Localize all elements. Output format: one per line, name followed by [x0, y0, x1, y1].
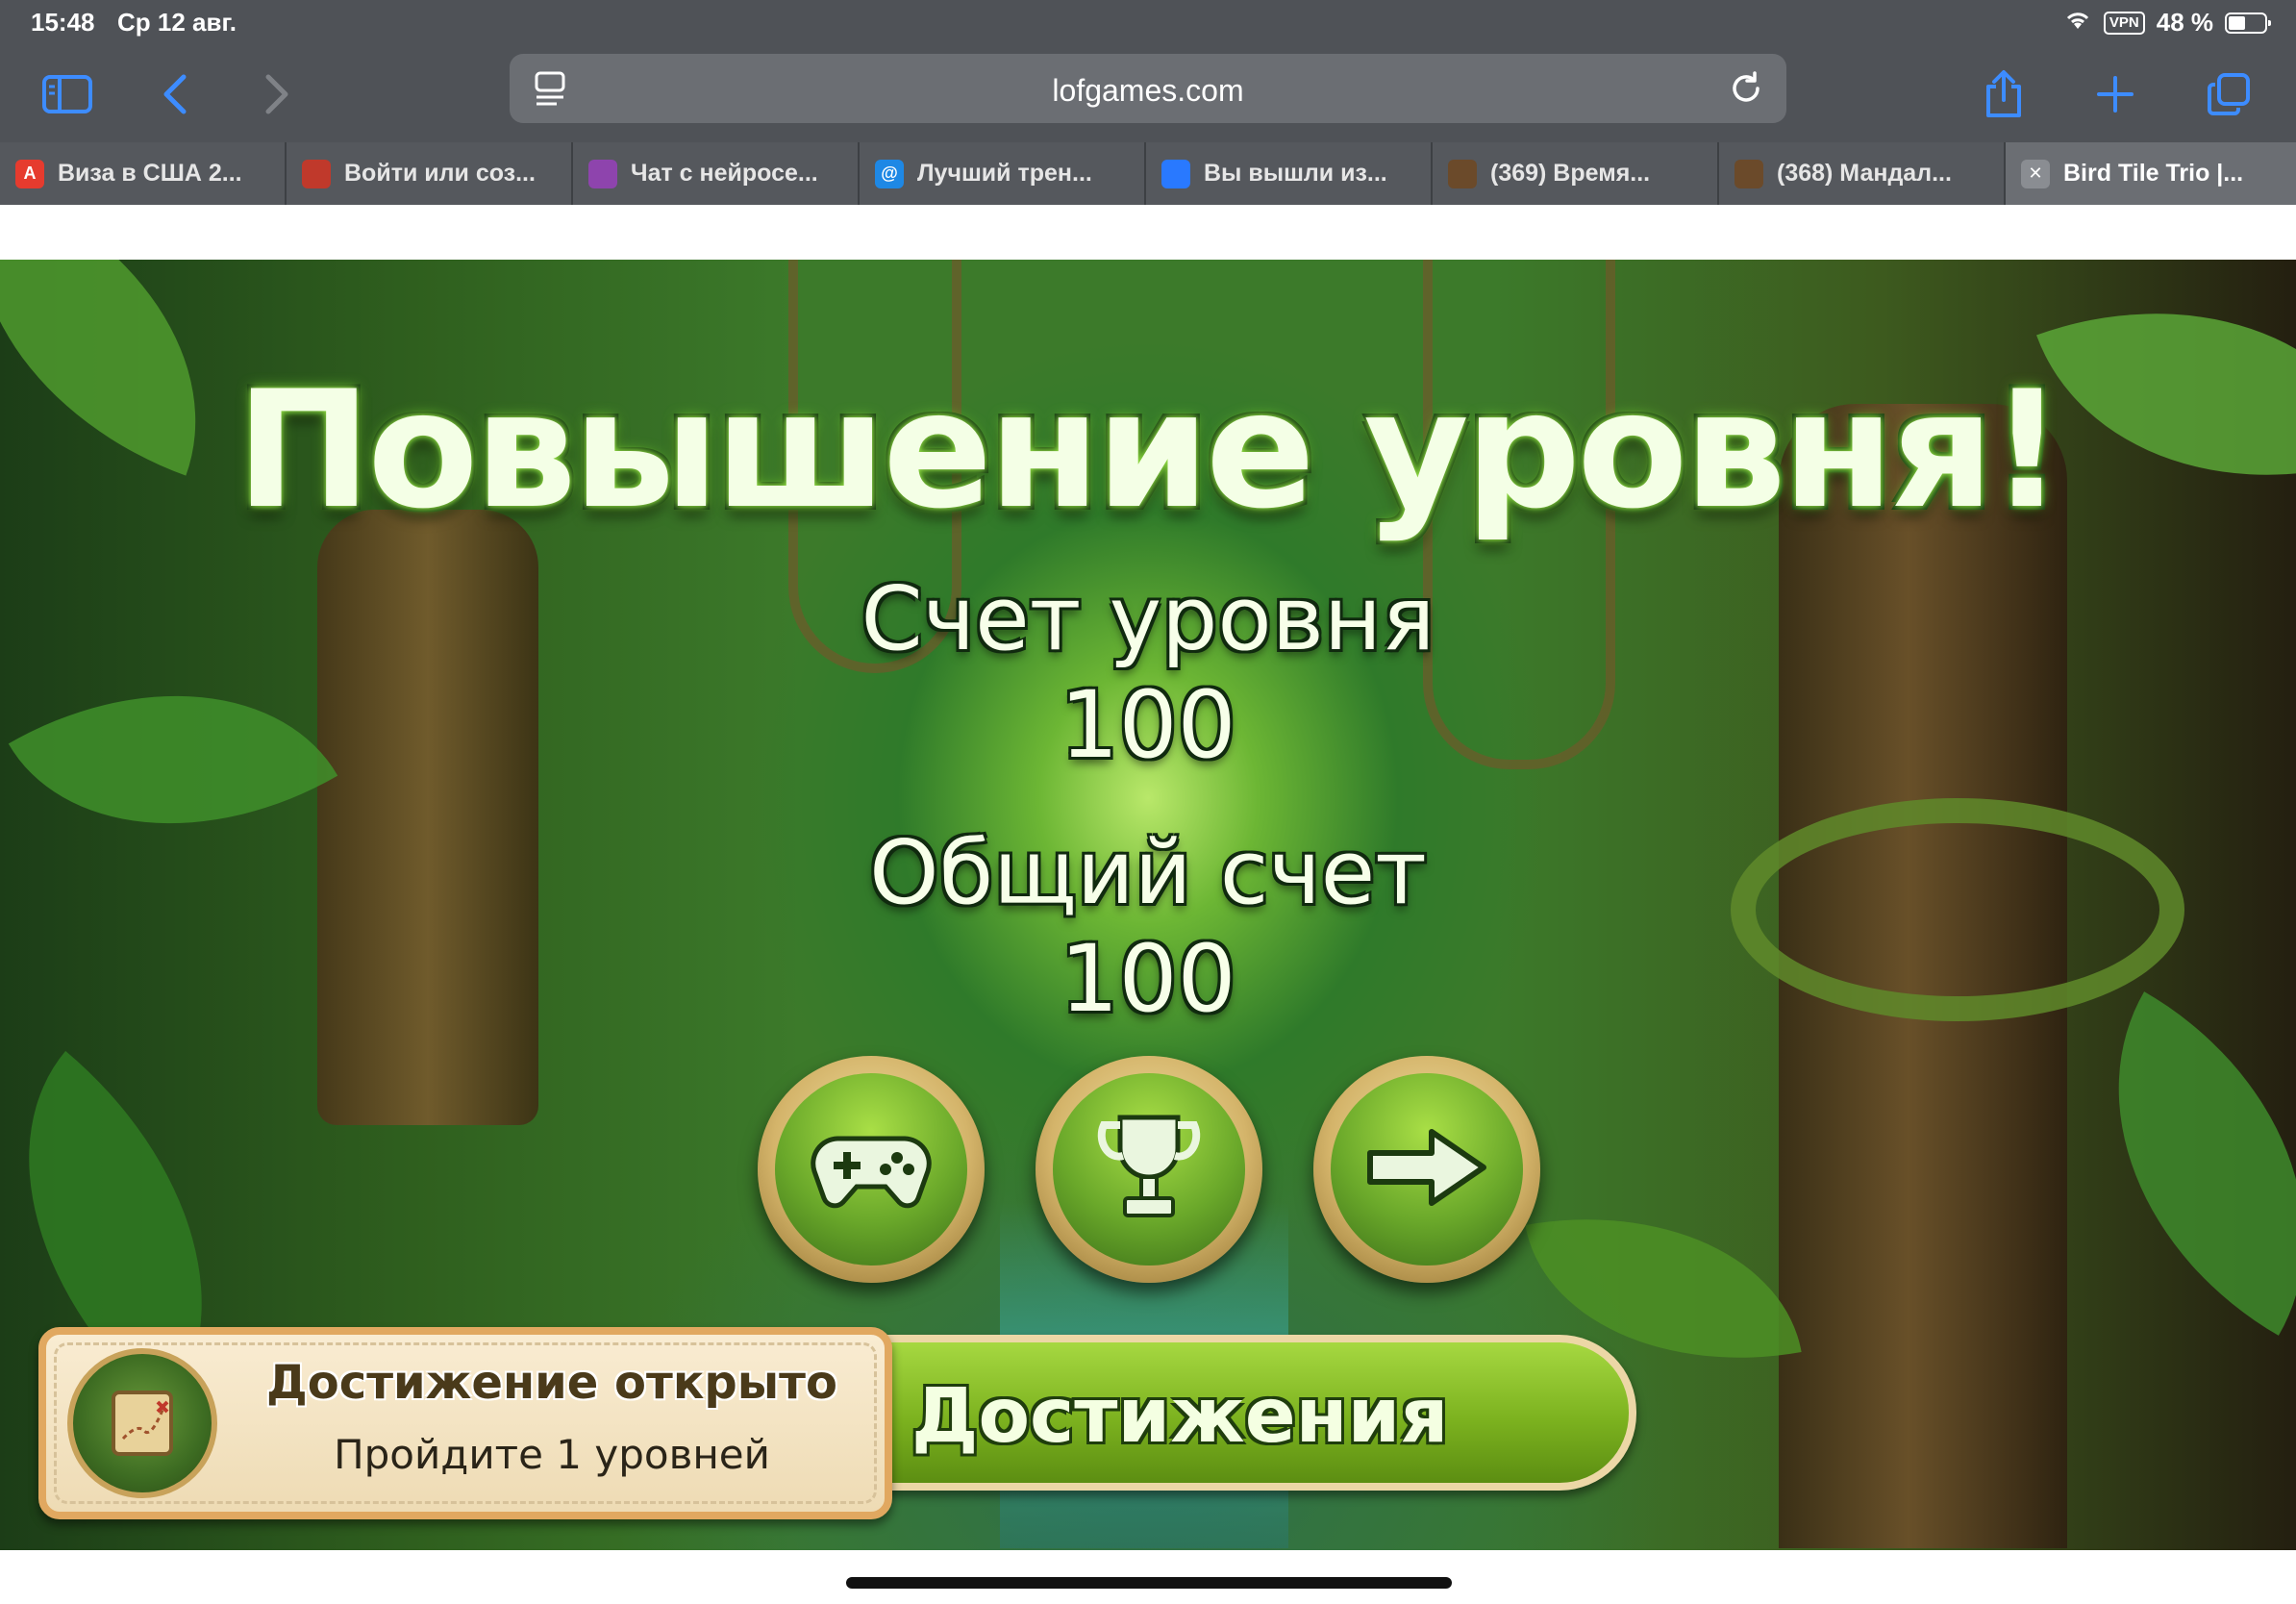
favicon-icon: [1734, 159, 1763, 188]
browser-tab[interactable]: Чат с нейросе...: [573, 142, 860, 205]
level-score-value: 100: [1060, 671, 1236, 779]
achievements-button-label: Достижения: [911, 1373, 1449, 1460]
status-time: 15:48: [31, 8, 95, 37]
tab-label: (369) Время...: [1490, 160, 1651, 187]
browser-tab[interactable]: Войти или соз...: [287, 142, 573, 205]
address-bar[interactable]: lofgames.com: [510, 54, 1786, 123]
battery-percent: 48 %: [2156, 8, 2213, 37]
browser-tab[interactable]: A Виза в США 2...: [0, 142, 287, 205]
tab-label: Чат с нейросе...: [631, 160, 818, 187]
play-again-button[interactable]: [758, 1056, 985, 1283]
gamepad-icon: [809, 1119, 934, 1220]
vpn-badge: VPN: [2103, 11, 2145, 35]
total-score-label: Общий счет: [869, 821, 1427, 924]
trophy-button[interactable]: [1036, 1056, 1262, 1283]
wifi-icon: [2063, 8, 2092, 38]
level-up-title: Повышение уровня!: [236, 356, 2064, 544]
browser-tab[interactable]: (368) Мандал...: [1719, 142, 2006, 205]
status-date: Ср 12 авг.: [117, 8, 237, 37]
trophy-icon: [1096, 1110, 1202, 1230]
favicon-icon: A: [15, 159, 44, 188]
achievements-button[interactable]: Достижения: [881, 1335, 1636, 1491]
tab-label: Виза в США 2...: [58, 160, 242, 187]
browser-tab[interactable]: (369) Время...: [1433, 142, 1719, 205]
tab-label: (368) Мандал...: [1777, 160, 1952, 187]
tab-label: Лучший трен...: [917, 160, 1092, 187]
forward-icon[interactable]: [248, 65, 306, 123]
home-indicator[interactable]: [846, 1577, 1452, 1589]
level-score-label: Счет уровня: [861, 567, 1435, 670]
achievement-description: Пройдите 1 уровней: [334, 1431, 770, 1478]
tab-label: Войти или соз...: [344, 160, 536, 187]
achievement-unlocked-toast: Достижение открыто Пройдите 1 уровней: [38, 1327, 892, 1519]
browser-toolbar: lofgames.com: [0, 48, 2296, 142]
tab-bar: A Виза в США 2... Войти или соз... Чат с не…: [0, 142, 2296, 205]
game-canvas[interactable]: Повышение уровня! Счет уровня 100 Общий …: [0, 260, 2296, 1550]
share-icon[interactable]: [1975, 65, 2033, 123]
reload-icon[interactable]: [1725, 67, 1767, 110]
status-right: VPN 48 %: [2063, 8, 2271, 38]
favicon-icon: [1161, 159, 1190, 188]
favicon-icon: [302, 159, 331, 188]
battery-icon: [2225, 12, 2271, 34]
tabs-overview-icon[interactable]: [2200, 65, 2258, 123]
treasure-map-medal-icon: [67, 1348, 217, 1498]
leaf-decor: [2029, 991, 2296, 1336]
battery-fill: [2229, 15, 2245, 30]
close-tab-icon[interactable]: ✕: [2021, 159, 2050, 188]
browser-tab[interactable]: @ Лучший трен...: [860, 142, 1146, 205]
achievement-title: Достижение открыто: [266, 1356, 837, 1410]
browser-tab[interactable]: ✕ Bird Tile Trio |...: [2006, 142, 2296, 205]
new-tab-plus-icon[interactable]: [2086, 65, 2144, 123]
arrow-right-icon: [1364, 1124, 1489, 1216]
total-score-value: 100: [1060, 925, 1236, 1033]
tab-label: Bird Tile Trio |...: [2063, 160, 2244, 187]
favicon-icon: @: [875, 159, 904, 188]
browser-tab[interactable]: Вы вышли из...: [1146, 142, 1433, 205]
favicon-icon: [1448, 159, 1477, 188]
next-level-button[interactable]: [1313, 1056, 1540, 1283]
favicon-icon: [588, 159, 617, 188]
sidebar-icon[interactable]: [38, 65, 96, 123]
status-bar: 15:48 Ср 12 авг. VPN 48 %: [0, 0, 2296, 48]
back-icon[interactable]: [146, 65, 204, 123]
url-text[interactable]: lofgames.com: [510, 73, 1786, 109]
tab-label: Вы вышли из...: [1204, 160, 1387, 187]
